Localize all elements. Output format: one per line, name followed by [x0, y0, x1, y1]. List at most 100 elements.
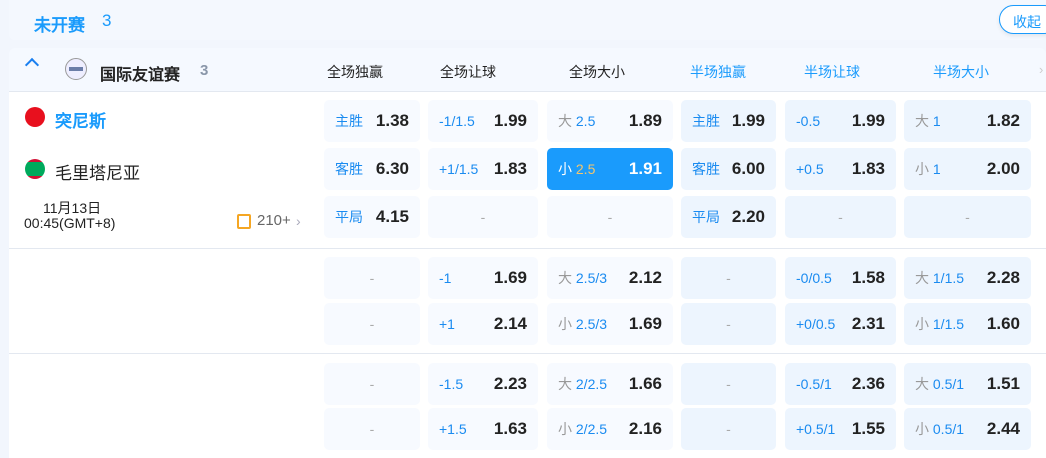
odds-line: 1/1.5: [932, 270, 965, 286]
odds-label: -0/0.5: [796, 270, 832, 286]
odds-cell[interactable]: +0.5 1.83: [785, 148, 896, 190]
odds-cell[interactable]: +1/1.5 1.83: [428, 148, 538, 190]
odds-cell[interactable]: 大 1/1.5 2.28: [904, 257, 1031, 299]
odds-value: 1.89: [628, 111, 662, 130]
odds-cell-empty: -: [324, 257, 420, 299]
odds-label: 小 1/1.5: [915, 314, 964, 334]
league-name: 国际友谊赛: [100, 67, 181, 84]
chevron-up-icon[interactable]: [24, 57, 40, 73]
odds-cell[interactable]: +1.5 1.63: [428, 408, 538, 450]
chevron-right-icon[interactable]: ›: [296, 213, 301, 229]
odds-value: 1.63: [493, 419, 527, 438]
odds-label: +0.5/1: [796, 421, 835, 437]
odds-label: 平局: [335, 207, 363, 227]
column-header: 全场独赢: [327, 64, 383, 80]
odds-value: 1.38: [375, 111, 409, 130]
odds-cell[interactable]: 客胜 6.00: [681, 148, 776, 190]
empty-dash: -: [726, 421, 731, 437]
odds-line: 1: [932, 161, 941, 177]
away-team[interactable]: 毛里塔尼亚: [55, 159, 140, 184]
odds-value: 1.99: [493, 111, 527, 130]
odds-cell-empty: -: [428, 196, 538, 238]
odds-label: +0.5: [796, 161, 824, 177]
odds-side: 大: [558, 376, 572, 392]
odds-cell[interactable]: 小 2/2.5 2.16: [547, 408, 673, 450]
odds-cell[interactable]: 大 1 1.82: [904, 100, 1031, 142]
odds-cell[interactable]: -0.5 1.99: [785, 100, 896, 142]
odds-cell[interactable]: +0/0.5 2.31: [785, 303, 896, 345]
odds-cell-empty: -: [324, 303, 420, 345]
home-team[interactable]: 突尼斯: [55, 107, 106, 132]
odds-label: 大 1/1.5: [915, 268, 964, 288]
odds-cell[interactable]: -0.5/1 2.36: [785, 363, 896, 405]
odds-cell[interactable]: +1 2.14: [428, 303, 538, 345]
odds-cell[interactable]: 小 1/1.5 1.60: [904, 303, 1031, 345]
odds-side: 主胜: [692, 113, 720, 129]
odds-cell[interactable]: 小 0.5/1 2.44: [904, 408, 1031, 450]
odds-line: 0.5/1: [932, 421, 965, 437]
odds-line: 2.5: [575, 161, 596, 177]
odds-label: 大 2/2.5: [558, 374, 607, 394]
odds-cell[interactable]: +0.5/1 1.55: [785, 408, 896, 450]
odds-value: 2.00: [986, 159, 1020, 178]
odds-value: 2.20: [731, 207, 765, 226]
odds-cell[interactable]: -1 1.69: [428, 257, 538, 299]
odds-label: 主胜: [335, 111, 363, 131]
empty-dash: -: [369, 316, 375, 332]
odds-value: 1.55: [851, 419, 885, 438]
tunisia-flag-icon: [25, 107, 45, 127]
odds-label: +0/0.5: [796, 316, 835, 332]
odds-value: 2.28: [986, 268, 1020, 287]
scroll-right-icon[interactable]: ›: [1039, 62, 1043, 77]
odds-label: 大 2.5/3: [558, 268, 607, 288]
odds-line: +0.5: [796, 161, 824, 177]
odds-line: -0/0.5: [796, 270, 832, 286]
odds-cell[interactable]: 小 1 2.00: [904, 148, 1031, 190]
odds-side: 平局: [692, 209, 720, 225]
odds-label: -0.5/1: [796, 376, 832, 392]
section-title: 未开赛: [34, 16, 85, 35]
odds-value: 2.31: [851, 314, 885, 333]
odds-cell[interactable]: 大 2.5 1.89: [547, 100, 673, 142]
odds-line: +1/1.5: [439, 161, 479, 177]
odds-line: +0/0.5: [796, 316, 836, 332]
odds-cell[interactable]: 主胜 1.38: [324, 100, 420, 142]
odds-cell[interactable]: -0/0.5 1.58: [785, 257, 896, 299]
odds-value: 2.16: [628, 419, 662, 438]
odds-line: 0.5/1: [932, 376, 965, 392]
odds-side: 平局: [335, 209, 363, 225]
odds-value: 1.99: [851, 111, 885, 130]
collapse-button[interactable]: 收起: [999, 5, 1046, 34]
league-count: 3: [200, 62, 209, 79]
odds-label: -1/1.5: [439, 113, 475, 129]
odds-cell[interactable]: -1.5 2.23: [428, 363, 538, 405]
odds-cell[interactable]: 平局 2.20: [681, 196, 776, 238]
odds-cell[interactable]: -1/1.5 1.99: [428, 100, 538, 142]
odds-cell[interactable]: 客胜 6.30: [324, 148, 420, 190]
odds-side: 主胜: [335, 113, 363, 129]
column-header: 半场独赢: [690, 64, 746, 80]
odds-label: +1/1.5: [439, 161, 478, 177]
odds-cell[interactable]: 平局 4.15: [324, 196, 420, 238]
odds-cell[interactable]: 大 2/2.5 1.66: [547, 363, 673, 405]
odds-cell[interactable]: 小 2.5 1.91: [547, 148, 673, 190]
odds-side: 大: [915, 376, 929, 392]
odds-value: 1.83: [851, 159, 885, 178]
odds-value: 1.99: [731, 111, 765, 130]
empty-dash: -: [965, 209, 970, 225]
odds-side: 大: [915, 113, 929, 129]
odds-value: 2.14: [493, 314, 527, 333]
odds-line: +0.5/1: [796, 421, 836, 437]
odds-label: +1.5: [439, 421, 467, 437]
odds-value: 1.66: [628, 374, 662, 393]
section-count: 3: [102, 11, 112, 30]
odds-cell[interactable]: 大 2.5/3 2.12: [547, 257, 673, 299]
odds-cell[interactable]: 主胜 1.99: [681, 100, 776, 142]
odds-label: 小 2.5: [558, 159, 595, 179]
odds-line: -1.5: [439, 376, 464, 392]
markets-count[interactable]: 210+: [257, 212, 291, 229]
odds-value: 1.69: [493, 268, 527, 287]
odds-cell[interactable]: 小 2.5/3 1.69: [547, 303, 673, 345]
odds-side: 小: [558, 161, 572, 177]
odds-cell[interactable]: 大 0.5/1 1.51: [904, 363, 1031, 405]
